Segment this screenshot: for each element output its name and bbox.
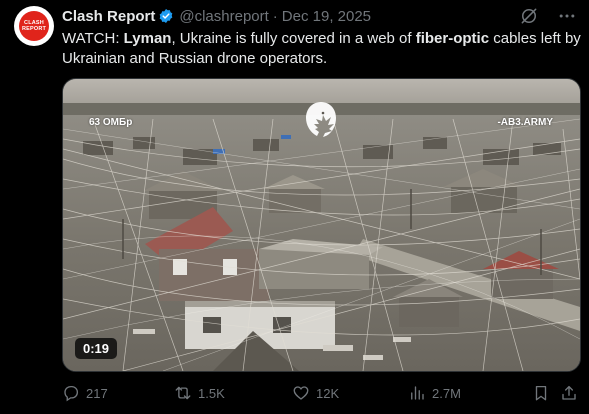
views-icon: [411, 386, 424, 400]
post-date[interactable]: Dec 19, 2025: [282, 8, 371, 25]
tweet-text-bold-fiber: fiber-optic: [415, 30, 490, 47]
tweet-text-bold-lyman: Lyman: [123, 30, 172, 47]
video-duration: 0:19: [75, 338, 118, 359]
tweet-text: WATCH: Lyman, Ukraine is fully covered i…: [62, 29, 582, 69]
like-count: 12K: [316, 385, 340, 401]
reply-icon: [64, 385, 79, 402]
watermark-right: -AB3.ARMY: [497, 117, 553, 128]
repost-count: 1.5K: [198, 385, 225, 401]
lion-logo-icon: [301, 99, 341, 144]
repost-icon: [175, 386, 191, 400]
views-button[interactable]: 2.7M: [408, 383, 461, 403]
more-icon[interactable]: [557, 6, 577, 26]
watermark-left: 63 ОМБр: [89, 117, 133, 128]
share-button[interactable]: [560, 383, 578, 403]
separator-dot: ·: [272, 7, 278, 25]
like-button[interactable]: 12K: [292, 383, 339, 403]
tweet-header: Clash Report @clashreport · Dec 19, 2025: [62, 6, 371, 26]
avatar-logo-line2: REPORT: [21, 26, 47, 32]
handle[interactable]: @clashreport: [179, 8, 268, 25]
tweet: CLASH REPORT Clash Report @clashreport ·…: [0, 0, 589, 414]
action-bar: 217 1.5K 12K 2.7M: [62, 383, 580, 403]
tweet-text-part1: WATCH:: [62, 30, 124, 47]
reply-button[interactable]: 217: [62, 383, 108, 403]
verified-badge-icon: [158, 8, 174, 24]
views-count: 2.7M: [432, 385, 461, 401]
tweet-text-part2: , Ukraine is fully covered in a web of: [171, 30, 416, 47]
grok-icon[interactable]: [519, 6, 539, 26]
top-right-icons: [519, 6, 577, 26]
heart-icon: [293, 386, 309, 400]
repost-button[interactable]: 1.5K: [174, 383, 225, 403]
avatar-logo: CLASH REPORT: [19, 11, 49, 41]
video-player[interactable]: 63 ОМБр -AB3.ARMY 0:19: [62, 78, 581, 372]
share-icon: [562, 385, 576, 400]
avatar[interactable]: CLASH REPORT: [14, 6, 54, 46]
reply-count: 217: [86, 385, 108, 401]
bookmark-icon: [535, 385, 547, 401]
display-name[interactable]: Clash Report: [62, 8, 155, 25]
bookmark-button[interactable]: [532, 383, 550, 403]
